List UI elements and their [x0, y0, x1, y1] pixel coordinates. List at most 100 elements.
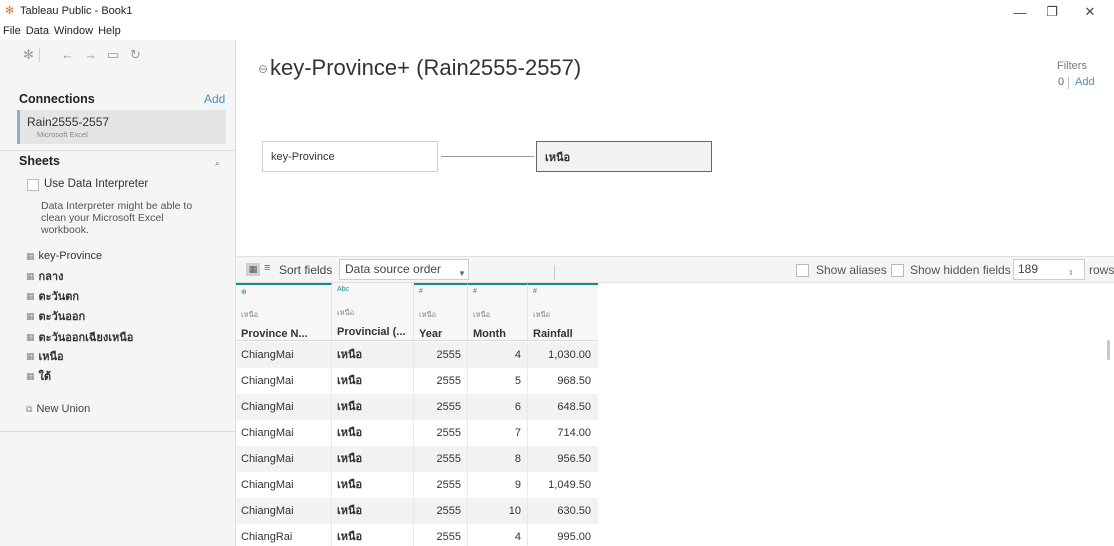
connection-name: Rain2555-2557	[27, 115, 110, 129]
menu-help[interactable]: Help	[98, 24, 121, 40]
sheets-heading: Sheets	[19, 154, 60, 168]
back-arrow-icon[interactable]: ←	[61, 47, 74, 63]
cell-year: 2555	[414, 498, 468, 524]
add-connection-link[interactable]: Add	[204, 92, 225, 106]
cell-province-name: ChiangRai	[236, 524, 332, 546]
cell-province-name: ChiangMai	[236, 498, 332, 524]
join-table-key-province[interactable]: key-Province	[262, 141, 438, 172]
data-source-left-pane: ✻ ← → ▭ ↻ Connections Add Rain2555-2557 …	[0, 40, 236, 546]
cell-rainfall: 1,049.50	[548, 479, 591, 491]
database-icon: ⊖	[258, 62, 269, 76]
show-aliases-checkbox[interactable]	[796, 264, 809, 277]
number-type-icon[interactable]: #	[533, 288, 537, 295]
column-source: เหนือ	[473, 310, 491, 319]
column-header-month[interactable]: # เหนือ Month	[468, 283, 528, 341]
data-source-title[interactable]: key-Province+ (Rain2555-2557)	[270, 55, 581, 81]
new-union-item[interactable]: ⧉ New Union	[26, 403, 90, 415]
sheet-item-northeast[interactable]: ▦ ตะวันออกเฉียงเหนือ	[26, 329, 133, 345]
cell-province-name: ChiangMai	[236, 446, 332, 472]
join-relationship-line[interactable]	[441, 156, 534, 157]
sheet-item-south[interactable]: ▦ ใต้	[26, 368, 51, 384]
cell-rainfall: 714.00	[557, 427, 591, 439]
cell-provincial: เหนือ	[332, 368, 414, 394]
show-hidden-fields-checkbox[interactable]	[891, 264, 904, 277]
sheet-search-icon[interactable]: ⌕	[215, 158, 220, 169]
number-type-icon[interactable]: #	[419, 288, 423, 295]
column-header-year[interactable]: # เหนือ Year	[414, 283, 468, 341]
cell-rainfall: 1,030.00	[548, 349, 591, 361]
sheet-label: เหนือ	[38, 351, 64, 363]
sheet-label: ตะวันออก	[38, 311, 86, 323]
title-bar: ✻ Tableau Public - Book1 — ❐ ✕	[0, 0, 1114, 24]
sheet-item-north[interactable]: ▦ เหนือ	[26, 348, 64, 364]
sort-fields-dropdown[interactable]: Data source order ▼	[339, 259, 555, 283]
cell-month: 6	[468, 394, 528, 420]
table-row: ChiangMai เหนือ 2555 6 648.50	[236, 394, 598, 420]
sheet-label: กลาง	[38, 271, 64, 283]
number-type-icon[interactable]: #	[473, 288, 477, 295]
column-header-rainfall[interactable]: # เหนือ Rainfall	[528, 283, 598, 341]
join-table-north[interactable]: เหนือ	[536, 141, 712, 172]
cell-provincial: เหนือ	[332, 342, 414, 368]
grid-vertical-scrollbar[interactable]	[1107, 340, 1110, 360]
forward-arrow-icon[interactable]: →	[84, 47, 97, 63]
data-grid: ⊕ เหนือ Province N... Abc เหนือ Provinci…	[236, 283, 1114, 546]
rows-label: rows	[1089, 263, 1114, 277]
cell-provincial: เหนือ	[332, 524, 414, 546]
cell-provincial: เหนือ	[332, 498, 414, 524]
cell-provincial: เหนือ	[332, 420, 414, 446]
cell-rainfall: 995.00	[557, 531, 591, 543]
cell-province-name: ChiangMai	[236, 342, 332, 368]
grid-view-icon[interactable]: ▦	[246, 263, 260, 276]
filters-separator	[1068, 77, 1069, 89]
cell-year: 2555	[414, 472, 468, 498]
sheet-item-west[interactable]: ▦ ตะวันตก	[26, 288, 79, 304]
grid-toolbar: ▦ ≡ Sort fields Data source order ▼ Show…	[236, 256, 1114, 283]
tableau-home-icon[interactable]: ✻	[23, 47, 34, 63]
sheet-item-central[interactable]: ▦ กลาง	[26, 268, 63, 284]
toolbar-separator	[39, 48, 40, 62]
refresh-icon[interactable]: ↻	[130, 47, 141, 63]
column-name: Provincial (...	[337, 326, 406, 338]
chevron-down-icon[interactable]: ▼	[458, 264, 466, 283]
spinner-icon[interactable]: ⇕	[1068, 264, 1074, 283]
cell-year: 2555	[414, 420, 468, 446]
save-icon[interactable]: ▭	[107, 47, 119, 63]
data-interpreter-checkbox[interactable]	[27, 179, 39, 191]
rows-count-input[interactable]: 189 ⇕	[1013, 259, 1085, 280]
table-row: ChiangMai เหนือ 2555 4 1,030.00	[236, 342, 598, 368]
list-view-icon[interactable]: ≡	[264, 262, 270, 274]
connection-card[interactable]: Rain2555-2557 Microsoft Excel	[17, 110, 226, 144]
show-hidden-fields-label: Show hidden fields	[910, 263, 1011, 277]
column-header-province-name[interactable]: ⊕ เหนือ Province N...	[236, 283, 332, 341]
left-toolbar: ✻ ← → ▭ ↻	[0, 40, 236, 72]
cell-month: 8	[468, 446, 528, 472]
tableau-window: ✻ Tableau Public - Book1 — ❐ ✕ File Data…	[0, 0, 1114, 546]
cell-province-name: ChiangMai	[236, 368, 332, 394]
geo-type-icon[interactable]: ⊕	[241, 288, 247, 296]
menu-data[interactable]: Data	[26, 24, 49, 40]
menu-file[interactable]: File	[3, 24, 21, 40]
sheet-label: ใต้	[38, 371, 52, 383]
cell-provincial: เหนือ	[332, 446, 414, 472]
cell-month: 7	[468, 420, 528, 446]
column-name: Year	[419, 328, 443, 340]
sheet-item-key-province[interactable]: ▦ key-Province	[26, 248, 102, 264]
sort-fields-value: Data source order	[345, 262, 442, 276]
sort-fields-label: Sort fields	[279, 263, 333, 277]
sheet-item-east[interactable]: ▦ ตะวันออก	[26, 308, 85, 324]
table-row: ChiangMai เหนือ 2555 7 714.00	[236, 420, 598, 446]
column-header-provincial[interactable]: Abc เหนือ Provincial (...	[332, 283, 414, 341]
string-type-icon[interactable]: Abc	[337, 286, 349, 293]
table-row: ChiangMai เหนือ 2555 8 956.50	[236, 446, 598, 472]
cell-rainfall: 968.50	[557, 375, 591, 387]
sheet-grid-icon: ▦	[26, 331, 35, 342]
connection-type: Microsoft Excel	[37, 130, 88, 139]
cell-month: 4	[468, 524, 528, 546]
sheet-label: ตะวันออกเฉียงเหนือ	[38, 332, 134, 344]
add-filter-link[interactable]: Add	[1075, 76, 1095, 88]
pane-bottom-divider	[0, 431, 236, 432]
union-icon: ⧉	[26, 403, 33, 414]
close-button[interactable]: ✕	[1068, 0, 1112, 24]
menu-window[interactable]: Window	[54, 24, 93, 40]
